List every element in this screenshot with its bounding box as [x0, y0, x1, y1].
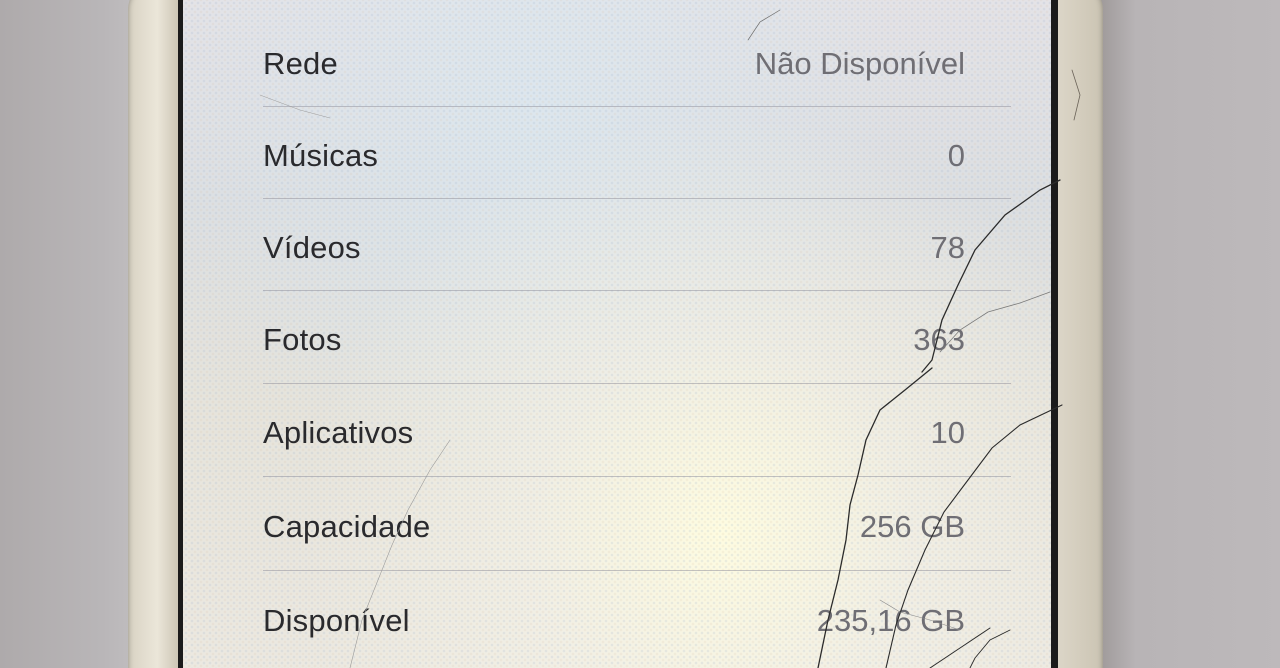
- settings-row-videos: Vídeos 78: [263, 202, 965, 294]
- row-label: Rede: [263, 46, 338, 81]
- row-label: Vídeos: [263, 230, 361, 265]
- row-value: 235,16 GB: [816, 603, 965, 638]
- row-label: Aplicativos: [263, 415, 414, 450]
- phone-screen: Rede Não Disponível Músicas 0 Vídeos 78 …: [183, 0, 1051, 668]
- background-surface: [1100, 0, 1280, 668]
- row-separator: [263, 198, 1011, 199]
- row-value: 256 GB: [859, 509, 965, 544]
- row-value: Não Disponível: [754, 46, 965, 81]
- row-label: Disponível: [263, 603, 410, 638]
- settings-row-fotos: Fotos 363: [263, 294, 965, 386]
- settings-row-capacidade: Capacidade 256 GB: [263, 481, 965, 573]
- row-value: 78: [930, 230, 965, 265]
- row-value: 10: [930, 415, 965, 450]
- row-value: 0: [947, 138, 965, 173]
- row-separator: [263, 570, 1011, 571]
- settings-row-rede: Rede Não Disponível: [263, 18, 965, 110]
- settings-row-aplicativos: Aplicativos 10: [263, 387, 965, 479]
- settings-row-musicas: Músicas 0: [263, 110, 965, 202]
- row-label: Músicas: [263, 138, 379, 173]
- row-label: Fotos: [263, 322, 342, 357]
- row-separator: [263, 106, 1011, 107]
- settings-row-disponivel: Disponível 235,16 GB: [263, 575, 965, 667]
- row-separator: [263, 476, 1011, 477]
- row-value: 363: [913, 322, 965, 357]
- row-separator: [263, 383, 1011, 384]
- row-separator: [263, 290, 1011, 291]
- row-label: Capacidade: [263, 509, 431, 544]
